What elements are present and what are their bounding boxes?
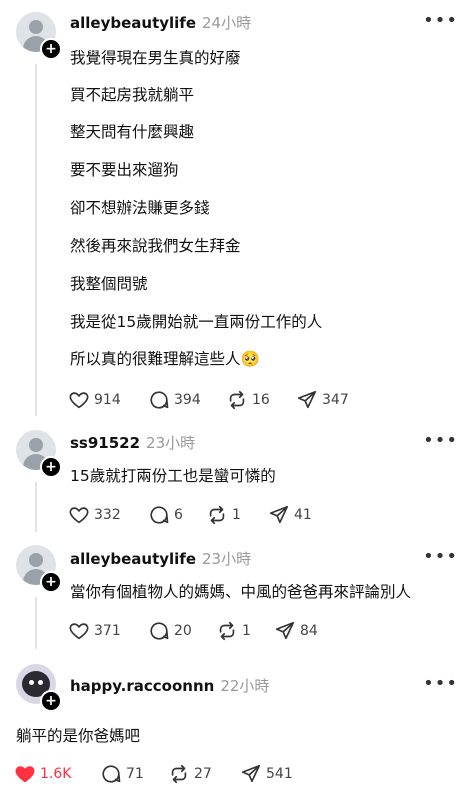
share-count: 347 — [322, 392, 349, 408]
repost-icon — [219, 621, 235, 641]
post-header: alleybeautylife 23小時 — [70, 548, 251, 572]
like-count: 332 — [94, 507, 121, 523]
repost-icon — [171, 764, 187, 784]
repost-count: 1 — [232, 507, 241, 523]
post-header: alleybeautylife 24小時 — [70, 12, 251, 36]
plus-icon[interactable]: + — [40, 38, 62, 60]
thread-line — [35, 597, 37, 649]
timestamp: 23小時 — [146, 434, 196, 452]
post-text-line: 我整個問號 — [70, 275, 148, 293]
like-count: 914 — [94, 392, 121, 408]
heart-icon — [69, 623, 89, 640]
timestamp: 24小時 — [202, 14, 252, 32]
share-button[interactable]: 541 — [240, 763, 293, 785]
post-text-line: 要不要出來遛狗 — [70, 161, 179, 179]
action-bar: 371 20 1 84 — [68, 619, 318, 643]
post-text-line: 躺平的是你爸媽吧 — [16, 727, 141, 745]
post-text-line: 我覺得現在男生真的好廢 — [70, 49, 241, 67]
share-button[interactable]: 41 — [268, 504, 312, 526]
repost-button[interactable]: 1 — [206, 504, 268, 526]
username[interactable]: alleybeautylife — [70, 550, 196, 568]
share-button[interactable]: 84 — [274, 620, 318, 642]
comment-bubble-icon — [150, 506, 169, 524]
like-button[interactable]: 371 — [68, 620, 148, 642]
comment-button[interactable]: 71 — [100, 763, 168, 785]
timestamp: 22小時 — [220, 677, 270, 695]
comment-button[interactable]: 20 — [148, 620, 216, 642]
repost-count: 1 — [242, 623, 251, 639]
comment-button[interactable]: 394 — [148, 389, 226, 411]
more-dots-icon[interactable]: ••• — [423, 10, 458, 31]
share-count: 84 — [300, 623, 318, 639]
like-button[interactable]: 914 — [68, 389, 148, 411]
heart-icon — [15, 766, 35, 783]
post-header: ss91522 23小時 — [70, 432, 195, 456]
timestamp: 23小時 — [202, 550, 252, 568]
repost-button[interactable]: 1 — [216, 620, 274, 642]
username[interactable]: happy.raccoonnn — [70, 677, 214, 695]
more-dots-icon[interactable]: ••• — [423, 673, 458, 694]
more-dots-icon[interactable]: ••• — [423, 430, 458, 451]
action-bar: 914 394 16 347 — [68, 388, 349, 412]
like-button[interactable]: 1.6K — [14, 763, 100, 785]
repost-button[interactable]: 16 — [226, 389, 296, 411]
share-button[interactable]: 347 — [296, 389, 349, 411]
send-icon — [297, 390, 317, 409]
send-icon — [269, 505, 289, 524]
thread-line — [35, 482, 37, 532]
comment-bubble-icon — [150, 622, 169, 640]
comment-count: 394 — [174, 392, 201, 408]
heart-icon — [69, 392, 89, 409]
repost-count: 16 — [252, 392, 270, 408]
comment-bubble-icon — [150, 391, 169, 409]
comment-count: 6 — [174, 507, 183, 523]
post-text-line: 整天問有什麼興趣 — [70, 123, 195, 141]
post-text-line: 15歲就打兩份工也是蠻可憐的 — [70, 467, 276, 485]
comment-count: 71 — [126, 766, 144, 782]
repost-icon — [209, 505, 225, 525]
post-text-line: 然後再來說我們女生拜金 — [70, 237, 241, 255]
post-text-line: 買不起房我就躺平 — [70, 86, 195, 104]
plus-icon[interactable]: + — [40, 456, 62, 478]
plus-icon[interactable]: + — [40, 571, 62, 593]
username[interactable]: ss91522 — [70, 434, 140, 452]
plus-icon[interactable]: + — [40, 690, 62, 712]
comment-bubble-icon — [102, 765, 121, 783]
thread-line — [35, 64, 37, 416]
comment-button[interactable]: 6 — [148, 504, 206, 526]
heart-icon — [69, 507, 89, 524]
post-text-line: 卻不想辦法賺更多錢 — [70, 199, 210, 217]
share-count: 41 — [294, 507, 312, 523]
action-bar: 1.6K 71 27 541 — [14, 762, 293, 786]
post-header: happy.raccoonnn 22小時 — [70, 675, 269, 699]
share-count: 541 — [266, 766, 293, 782]
repost-icon — [229, 390, 245, 410]
send-icon — [275, 621, 295, 640]
post-text-line: 我是從15歲開始就一直兩份工作的人 — [70, 313, 323, 331]
action-bar: 332 6 1 41 — [68, 503, 312, 527]
repost-count: 27 — [194, 766, 212, 782]
like-count: 371 — [94, 623, 121, 639]
post-text-line: 所以真的很難理解這些人🥺 — [70, 350, 260, 368]
send-icon — [241, 764, 261, 783]
like-count: 1.6K — [40, 766, 72, 782]
username[interactable]: alleybeautylife — [70, 14, 196, 32]
more-dots-icon[interactable]: ••• — [423, 546, 458, 567]
repost-button[interactable]: 27 — [168, 763, 240, 785]
comment-count: 20 — [174, 623, 192, 639]
like-button[interactable]: 332 — [68, 504, 148, 526]
post-text-line: 當你有個植物人的媽媽、中風的爸爸再來評論別人 — [70, 583, 412, 601]
